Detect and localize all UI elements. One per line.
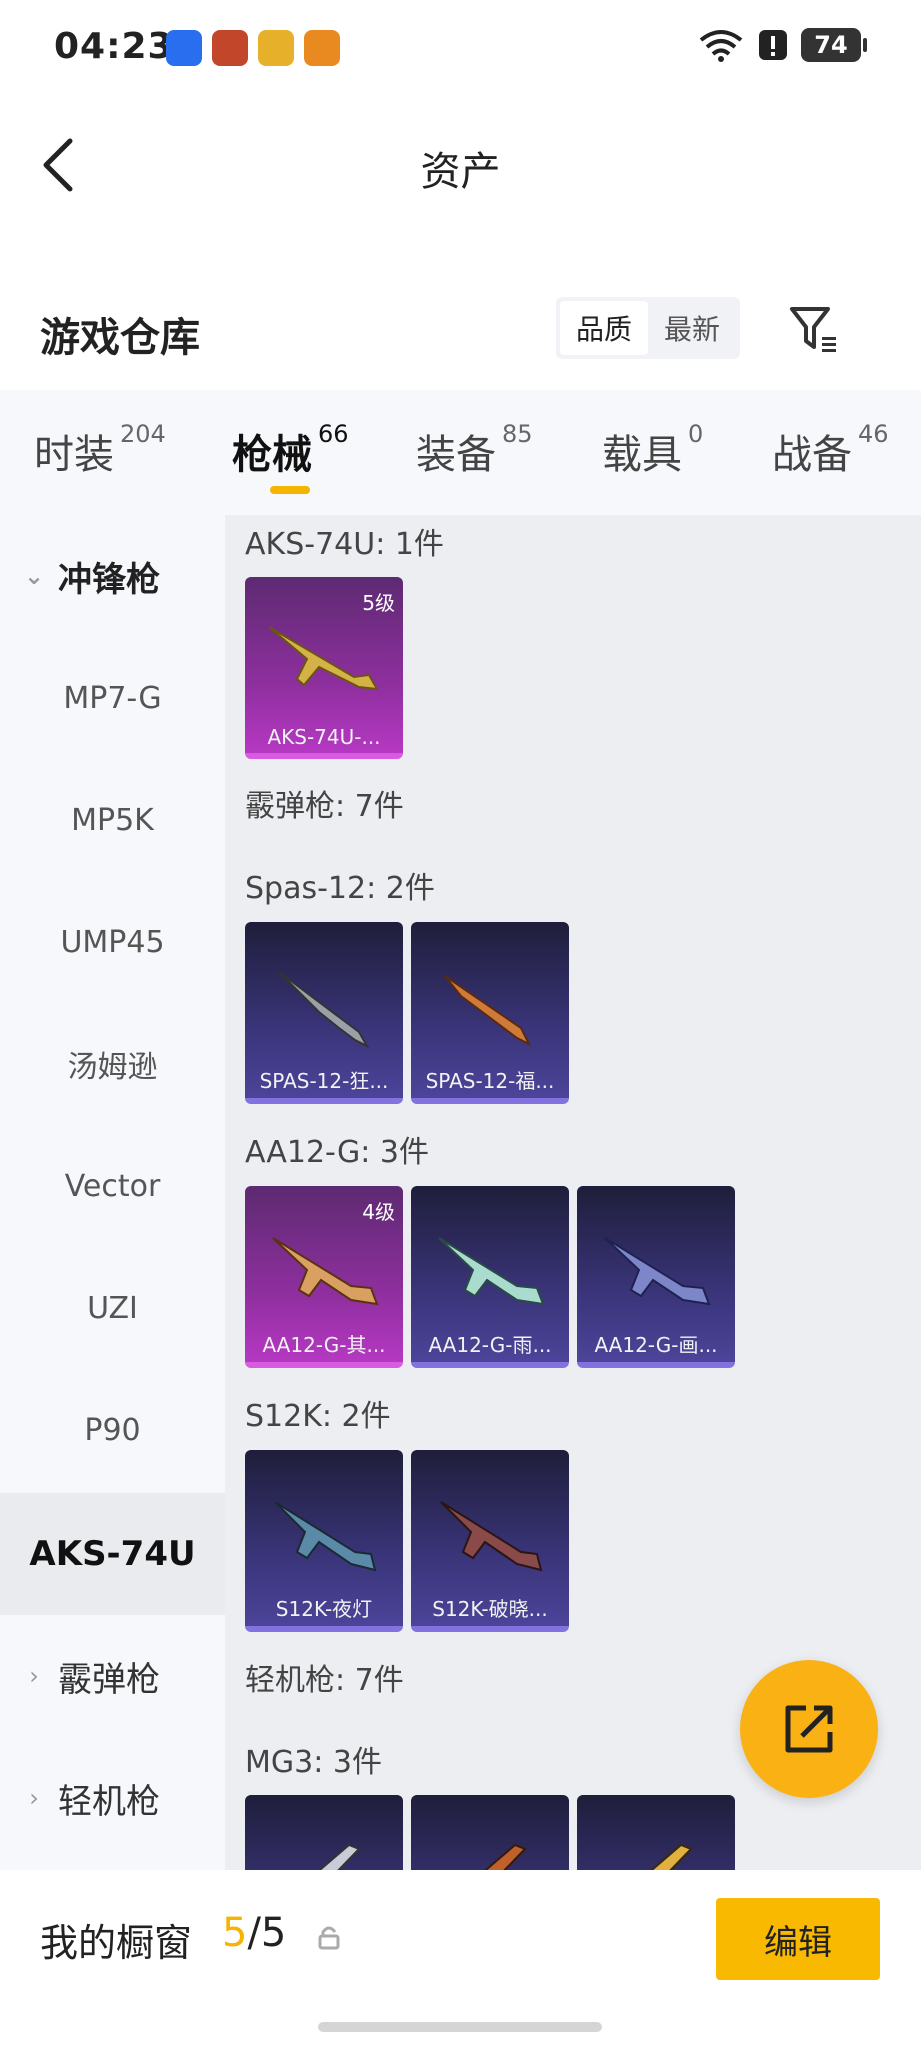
shotgun-icon	[604, 1237, 711, 1306]
tab-count: 46	[858, 420, 889, 448]
weapon-name: AA12-G-其...	[262, 1333, 386, 1357]
tab-fashion[interactable]: 时装 204	[34, 420, 166, 480]
sidebar-item-p90[interactable]: P90	[0, 1369, 225, 1491]
sidebar-group-shotgun[interactable]: › 霰弹枪	[0, 1615, 225, 1737]
status-bar: 04:23 74	[0, 0, 921, 95]
tab-label: 载具	[602, 432, 682, 478]
sort-toggle: 品质 最新	[556, 297, 740, 359]
tab-count: 0	[688, 420, 704, 448]
tab-label: 装备	[416, 432, 496, 478]
showcase-bar: 我的橱窗 5/5 编辑	[0, 1870, 921, 2050]
sidebar-group-lmg[interactable]: › 轻机枪	[0, 1737, 225, 1859]
weapon-card[interactable]: 5级 AKS-74U-...	[245, 577, 403, 759]
tab-count: 204	[120, 420, 166, 448]
tab-count: 85	[502, 420, 533, 448]
tab-combat-prep[interactable]: 战备 46	[772, 420, 889, 480]
showcase-count: 5/5	[222, 1910, 286, 1956]
sidebar-group-label: 轻机枪	[58, 1781, 160, 1822]
weapon-name: S12K-夜灯	[275, 1597, 373, 1621]
status-time: 04:23	[54, 26, 174, 67]
share-button[interactable]	[740, 1660, 878, 1798]
alert-icon	[759, 30, 787, 60]
weapon-card[interactable]: AA12-G-画...	[577, 1186, 735, 1368]
shotgun-icon	[444, 975, 532, 1047]
page-header: 资产	[0, 95, 921, 235]
category-tabs: 时装 204 枪械 66 装备 85 载具 0 战备 46	[0, 390, 921, 515]
machine-gun-icon	[650, 1843, 693, 1870]
shotgun-icon	[278, 971, 370, 1049]
weapon-name: AA12-G-雨...	[428, 1333, 552, 1357]
machine-gun-icon	[484, 1843, 527, 1870]
section-label-spas12: Spas-12: 2件	[245, 871, 435, 906]
page-title: 资产	[420, 149, 501, 195]
section-label-mg3: MG3: 3件	[245, 1745, 382, 1780]
weapon-card[interactable]: SPAS-12-狂...	[245, 922, 403, 1104]
sort-quality-button[interactable]: 品质	[560, 301, 648, 355]
weapon-name: AKS-74U-...	[267, 725, 381, 749]
weapon-card[interactable]: S12K-破晓...	[411, 1450, 569, 1632]
weapon-card[interactable]: S12K-夜灯	[245, 1450, 403, 1632]
home-indicator[interactable]	[318, 2022, 602, 2032]
chevron-right-icon: ›	[29, 1784, 39, 1812]
section-label-lmg: 轻机枪: 7件	[245, 1663, 404, 1698]
weapon-name: S12K-破晓...	[432, 1597, 548, 1621]
section-label-s12k: S12K: 2件	[245, 1399, 391, 1434]
sort-latest-button[interactable]: 最新	[648, 301, 736, 355]
tab-firearms[interactable]: 枪械 66	[232, 420, 349, 480]
shotgun-icon	[438, 1237, 545, 1306]
tab-vehicles[interactable]: 载具 0	[602, 420, 704, 480]
sidebar-item-mp7g[interactable]: MP7-G	[0, 637, 225, 759]
weapon-card[interactable]	[577, 1795, 735, 1870]
tab-label: 枪械	[232, 432, 312, 478]
sidebar-item-ump45[interactable]: UMP45	[0, 881, 225, 1003]
wifi-icon	[699, 30, 743, 62]
external-link-icon	[785, 1705, 833, 1753]
active-tab-indicator	[270, 486, 310, 494]
weapon-card[interactable]: AA12-G-雨...	[411, 1186, 569, 1368]
sidebar-item-aks74u[interactable]: AKS-74U	[0, 1493, 225, 1615]
weapon-sidebar: ⌄ 冲锋枪 MP7-G MP5K UMP45 汤姆逊 Vector UZI P9…	[0, 515, 225, 1870]
sidebar-group-smg[interactable]: ⌄ 冲锋枪	[0, 515, 225, 637]
weapon-name: SPAS-12-狂...	[259, 1069, 389, 1093]
sidebar-group-label: 霰弹枪	[58, 1659, 160, 1700]
sidebar-item-vector[interactable]: Vector	[0, 1125, 225, 1247]
notification-app-icon	[258, 30, 294, 66]
notification-app-icon	[166, 30, 202, 66]
sidebar-item-mp5k[interactable]: MP5K	[0, 759, 225, 881]
warehouse-header: 游戏仓库 品质 最新	[0, 285, 921, 390]
tab-equipment[interactable]: 装备 85	[416, 420, 533, 480]
shotgun-icon	[274, 1501, 377, 1572]
notification-game-icon	[212, 30, 248, 66]
rifle-icon	[268, 626, 379, 691]
weapon-card[interactable]	[411, 1795, 569, 1870]
weapon-card[interactable]: SPAS-12-福...	[411, 922, 569, 1104]
filter-icon[interactable]	[788, 303, 840, 355]
warehouse-title: 游戏仓库	[40, 315, 200, 361]
weapon-card[interactable]: 4级 AA12-G-其...	[245, 1186, 403, 1368]
weapon-name: AA12-G-画...	[594, 1333, 718, 1357]
section-label-shotgun: 霰弹枪: 7件	[245, 789, 404, 824]
showcase-count-total: /5	[247, 1910, 287, 1956]
shotgun-icon	[440, 1501, 543, 1572]
section-label-aa12g: AA12-G: 3件	[245, 1135, 429, 1170]
battery-indicator: 74	[801, 28, 867, 62]
sidebar-item-uzi[interactable]: UZI	[0, 1247, 225, 1369]
edit-button[interactable]: 编辑	[716, 1898, 880, 1980]
machine-gun-icon	[318, 1843, 361, 1870]
notification-app-icon	[304, 30, 340, 66]
sidebar-item-thompson[interactable]: 汤姆逊	[0, 1003, 225, 1125]
shotgun-icon	[272, 1237, 379, 1306]
showcase-title: 我的橱窗	[40, 1921, 193, 1965]
weapon-card[interactable]	[245, 1795, 403, 1870]
tab-label: 战备	[772, 432, 852, 478]
tab-label: 时装	[34, 432, 114, 478]
section-label-aks74u: AKS-74U: 1件	[245, 527, 444, 562]
lock-icon	[318, 1926, 340, 1950]
chevron-down-icon: ⌄	[23, 562, 45, 590]
weapon-name: SPAS-12-福...	[425, 1069, 555, 1093]
sidebar-group-label: 冲锋枪	[58, 559, 160, 600]
tab-count: 66	[318, 420, 349, 448]
chevron-right-icon: ›	[29, 1662, 39, 1690]
showcase-count-current: 5	[222, 1910, 248, 1956]
